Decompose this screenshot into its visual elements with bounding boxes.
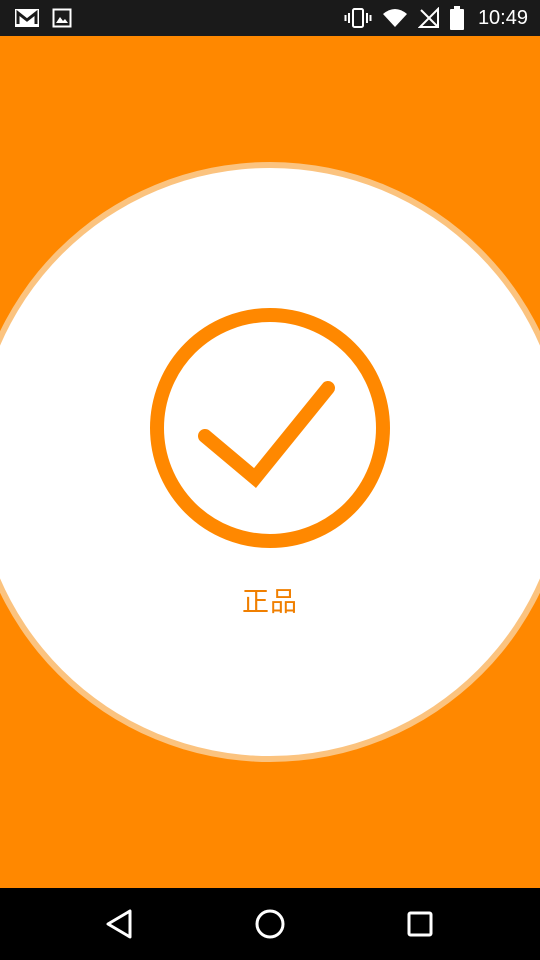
wifi-icon [382, 8, 408, 28]
image-icon [52, 8, 72, 28]
status-bar: 10:49 [0, 0, 540, 36]
navigation-bar [0, 888, 540, 960]
gmail-icon [14, 7, 40, 29]
recents-icon [407, 911, 433, 937]
back-icon [106, 909, 132, 939]
back-button[interactable] [102, 906, 138, 942]
status-left-icons [14, 6, 72, 30]
home-icon [255, 909, 285, 939]
status-time: 10:49 [477, 6, 528, 29]
status-right-icons: 10:49 [344, 6, 528, 30]
no-signal-icon [417, 7, 440, 29]
verification-result-screen: 正品 [0, 36, 540, 888]
result-label: 正品 [242, 587, 298, 618]
check-circle-icon [150, 308, 390, 548]
vibrate-icon [344, 7, 372, 29]
home-button[interactable] [252, 906, 288, 942]
battery-icon [449, 6, 464, 30]
recents-button[interactable] [402, 906, 438, 942]
